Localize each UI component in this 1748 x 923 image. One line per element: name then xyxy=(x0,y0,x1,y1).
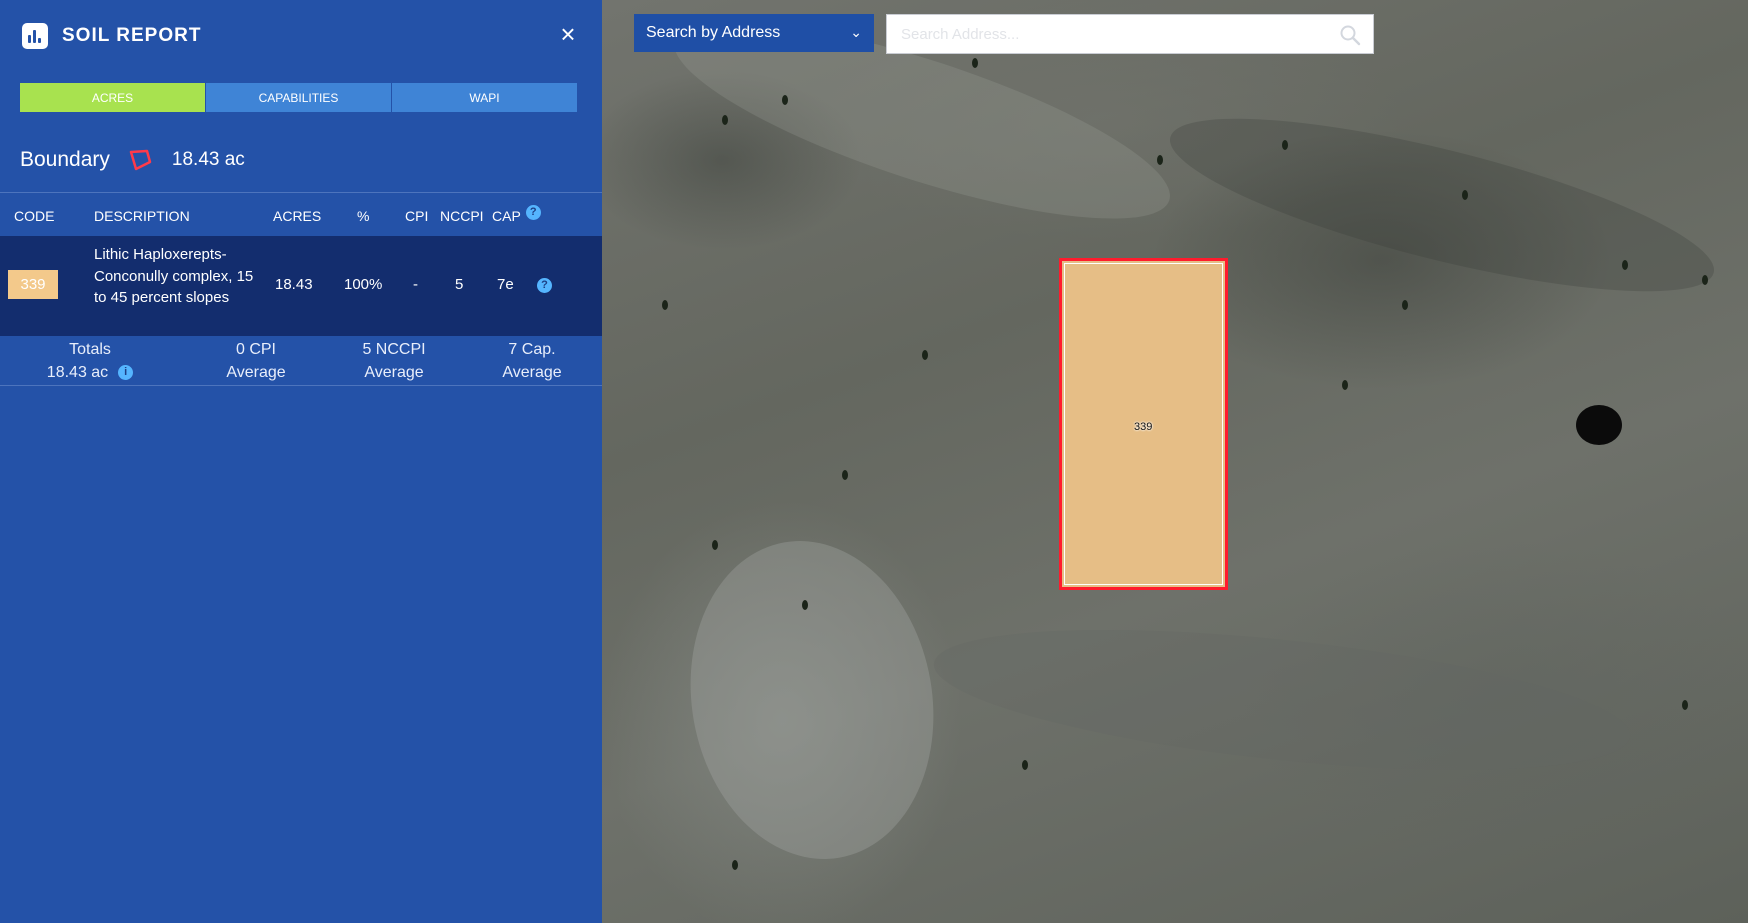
bar-chart-icon xyxy=(22,23,48,49)
tree xyxy=(1282,140,1288,150)
tab-capabilities[interactable]: CAPABILITIES xyxy=(206,83,392,112)
tree xyxy=(712,540,718,550)
chevron-down-icon: ⌄ xyxy=(850,24,862,40)
tree xyxy=(782,95,788,105)
address-search-box xyxy=(886,14,1374,54)
soil-cpi: - xyxy=(413,276,418,293)
polygon-boundary-icon xyxy=(129,149,152,171)
tree xyxy=(1462,190,1468,200)
panel-header: SOIL REPORT xyxy=(22,22,201,50)
table-row[interactable]: 339 Lithic Haploxerepts-Conconully compl… xyxy=(0,236,602,336)
divider xyxy=(0,385,602,386)
parcel-boundary[interactable]: 339 xyxy=(1059,258,1228,590)
search-icon[interactable] xyxy=(1339,24,1361,46)
tree xyxy=(802,600,808,610)
tree xyxy=(1622,260,1628,270)
header-cap-group: CAP? xyxy=(492,205,541,227)
info-icon[interactable]: i xyxy=(118,365,134,380)
tab-wapi[interactable]: WAPI xyxy=(392,83,577,112)
header-description: DESCRIPTION xyxy=(94,208,190,224)
tree xyxy=(972,58,978,68)
soil-description: Lithic Haploxerepts-Conconully complex, … xyxy=(94,246,254,306)
tree xyxy=(722,115,728,125)
terrain-ridge xyxy=(927,603,1637,797)
totals-cpi: 0 CPI xyxy=(235,341,276,358)
totals-nccpi-average: Average xyxy=(364,364,424,381)
report-tabs: ACRES CAPABILITIES WAPI xyxy=(20,83,577,112)
help-icon[interactable]: ? xyxy=(525,205,541,220)
search-input[interactable] xyxy=(899,15,1323,53)
soil-cap: 7e xyxy=(497,276,514,293)
header-percent: % xyxy=(357,208,370,224)
tree xyxy=(1157,155,1163,165)
tree xyxy=(1022,760,1028,770)
satellite-map[interactable]: 339 Search by Address ⌄ xyxy=(602,0,1748,923)
tree xyxy=(842,470,848,480)
tree xyxy=(1702,275,1708,285)
soil-code-badge: 339 xyxy=(8,270,58,299)
header-cap: CAP xyxy=(492,208,521,224)
totals-acres-group: 18.43 ac i xyxy=(30,361,150,384)
header-nccpi: NCCPI xyxy=(440,208,484,224)
totals-label: Totals xyxy=(69,341,111,358)
terrain-ridge xyxy=(666,521,958,879)
close-icon[interactable]: × xyxy=(556,20,580,48)
tree xyxy=(732,860,738,870)
boundary-summary: Boundary 18.43 ac xyxy=(20,145,245,175)
header-code: CODE xyxy=(14,208,55,224)
tree xyxy=(1402,300,1408,310)
header-acres: ACRES xyxy=(273,208,322,224)
totals-cap: 7 Cap. xyxy=(508,341,556,358)
terrain-ridge xyxy=(1157,83,1727,327)
search-type-label: Search by Address xyxy=(646,24,781,41)
soil-report-panel: SOIL REPORT × ACRES CAPABILITIES WAPI Bo… xyxy=(0,0,602,923)
boundary-label: Boundary xyxy=(20,148,110,171)
search-type-select[interactable]: Search by Address ⌄ xyxy=(634,14,874,52)
parcel-soil-code-label: 339 xyxy=(1134,421,1153,433)
soil-nccpi: 5 xyxy=(455,276,464,293)
totals-cpi-average: Average xyxy=(226,364,286,381)
totals-cap-average: Average xyxy=(502,364,562,381)
tree xyxy=(662,300,668,310)
totals-nccpi: 5 NCCPI xyxy=(362,341,426,358)
boundary-acres: 18.43 ac xyxy=(171,149,245,170)
tree xyxy=(1682,700,1688,710)
pond xyxy=(1576,405,1622,445)
totals-acres: 18.43 ac xyxy=(46,364,109,381)
divider xyxy=(0,192,602,193)
help-icon[interactable]: ? xyxy=(537,278,552,293)
panel-title: SOIL REPORT xyxy=(62,25,202,46)
header-cpi: CPI xyxy=(405,208,429,224)
tab-acres[interactable]: ACRES xyxy=(20,83,206,112)
soil-percent: 100% xyxy=(344,276,383,293)
tree xyxy=(922,350,928,360)
soil-acres: 18.43 xyxy=(275,276,313,293)
tree xyxy=(1342,380,1348,390)
